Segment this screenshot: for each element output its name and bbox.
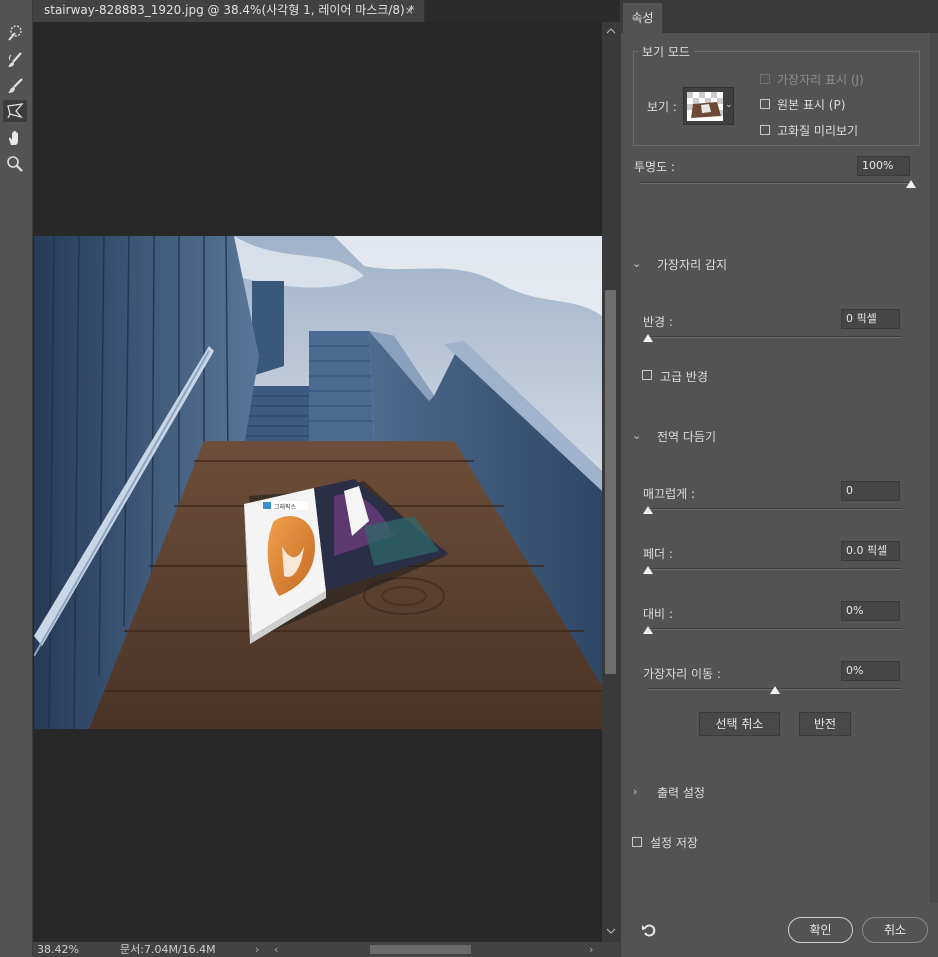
show-original-checkbox[interactable]: [760, 99, 770, 109]
feather-slider-handle[interactable]: [643, 566, 653, 574]
radius-slider-handle[interactable]: [643, 334, 653, 342]
output-settings-title[interactable]: 출력 설정: [657, 784, 705, 801]
hq-preview-label: 고화질 미리보기: [777, 124, 859, 138]
feather-label: 페더 :: [643, 547, 673, 561]
hand-icon[interactable]: [3, 127, 27, 149]
feather-slider[interactable]: [648, 568, 902, 570]
horizontal-scroll-thumb[interactable]: [370, 945, 471, 954]
scroll-down-icon[interactable]: [606, 928, 616, 934]
zoom-icon[interactable]: [3, 153, 27, 175]
lasso-icon[interactable]: [3, 100, 27, 122]
reset-icon[interactable]: [641, 922, 657, 938]
vertical-scroll-thumb[interactable]: [605, 290, 616, 674]
view-mode-select[interactable]: ⌄: [683, 87, 734, 125]
tab-properties[interactable]: 속성: [623, 3, 662, 33]
cancel-button[interactable]: 취소: [862, 917, 928, 943]
view-label: 보기 :: [647, 100, 677, 114]
smooth-slider[interactable]: [648, 508, 902, 510]
smooth-slider-handle[interactable]: [643, 506, 653, 514]
clear-selection-button[interactable]: 선택 취소: [699, 712, 780, 736]
show-edge-checkbox[interactable]: [760, 74, 770, 84]
document-image[interactable]: 그래픽스: [34, 236, 602, 729]
chevron-down-icon[interactable]: ⌄: [725, 100, 733, 110]
show-original-label: 원본 표시 (P): [777, 98, 846, 112]
scroll-up-icon[interactable]: [606, 28, 616, 34]
scroll-left-icon[interactable]: ‹: [274, 942, 278, 957]
shift-edge-slider-handle[interactable]: [770, 686, 780, 694]
vertical-scrollbar[interactable]: [602, 22, 620, 942]
opacity-slider-handle[interactable]: [906, 180, 916, 188]
close-tab-icon[interactable]: ×: [405, 0, 414, 21]
remember-settings-label: 설정 저장: [650, 836, 698, 850]
contrast-input[interactable]: 0%: [841, 601, 900, 621]
zoom-level[interactable]: 38.42%: [37, 942, 79, 957]
ok-button[interactable]: 확인: [788, 917, 853, 943]
status-menu-arrow-icon[interactable]: ›: [255, 942, 259, 957]
smooth-input[interactable]: 0: [841, 481, 900, 501]
document-size: 문서:7.04M/16.4M: [120, 943, 216, 956]
radius-slider[interactable]: [648, 336, 902, 338]
panel-tab-bar: 속성: [621, 0, 938, 33]
chevron-right-icon[interactable]: ›: [633, 785, 637, 798]
remember-settings-checkbox[interactable]: [632, 837, 642, 847]
tools-panel: [0, 0, 33, 957]
contrast-label: 대비 :: [643, 607, 673, 621]
edge-detection-title[interactable]: 가장자리 감지: [657, 256, 727, 273]
quick-selection-icon[interactable]: [3, 22, 27, 44]
brush-icon[interactable]: [3, 75, 27, 97]
opacity-slider[interactable]: [640, 182, 912, 184]
contrast-slider-handle[interactable]: [643, 626, 653, 634]
smart-radius-label: 고급 반경: [660, 370, 708, 384]
chevron-down-icon[interactable]: ⌄: [632, 257, 641, 270]
feather-input[interactable]: 0.0 픽셀: [841, 541, 900, 561]
properties-panel: 속성 보기 모드 보기 : ⌄ 가장자리 표시 (J) 원본 표시 (P) 고화…: [620, 0, 938, 957]
view-mode-thumbnail: [687, 92, 723, 121]
smooth-label: 매끄럽게 :: [643, 487, 696, 501]
document-title: stairway-828883_1920.jpg @ 38.4%(사각형 1, …: [44, 3, 415, 17]
shift-edge-input[interactable]: 0%: [841, 661, 900, 681]
hq-preview-checkbox[interactable]: [760, 125, 770, 135]
view-mode-title: 보기 모드: [638, 43, 694, 60]
refine-edge-brush-icon[interactable]: [3, 49, 27, 71]
book-brand-text: 그래픽스: [274, 503, 297, 511]
panel-scrollbar[interactable]: [930, 33, 938, 903]
tab-bar-empty: [425, 0, 620, 22]
show-edge-label: 가장자리 표시 (J): [777, 73, 864, 87]
opacity-label: 투명도 :: [634, 160, 675, 174]
smart-radius-checkbox[interactable]: [642, 370, 652, 380]
shift-edge-label: 가장자리 이동 :: [643, 667, 721, 681]
radius-input[interactable]: 0 픽셀: [841, 309, 900, 329]
status-bar: 38.42% 문서:7.04M/16.4M › ‹ ›: [33, 942, 620, 957]
global-refine-title[interactable]: 전역 다듬기: [657, 428, 716, 445]
contrast-slider[interactable]: [648, 628, 902, 630]
radius-label: 반경 :: [643, 315, 673, 329]
document-tab[interactable]: stairway-828883_1920.jpg @ 38.4%(사각형 1, …: [33, 0, 425, 22]
invert-button[interactable]: 반전: [799, 712, 851, 736]
scroll-right-icon[interactable]: ›: [589, 942, 593, 957]
opacity-input[interactable]: 100%: [857, 156, 910, 176]
chevron-down-icon[interactable]: ⌄: [632, 429, 641, 442]
